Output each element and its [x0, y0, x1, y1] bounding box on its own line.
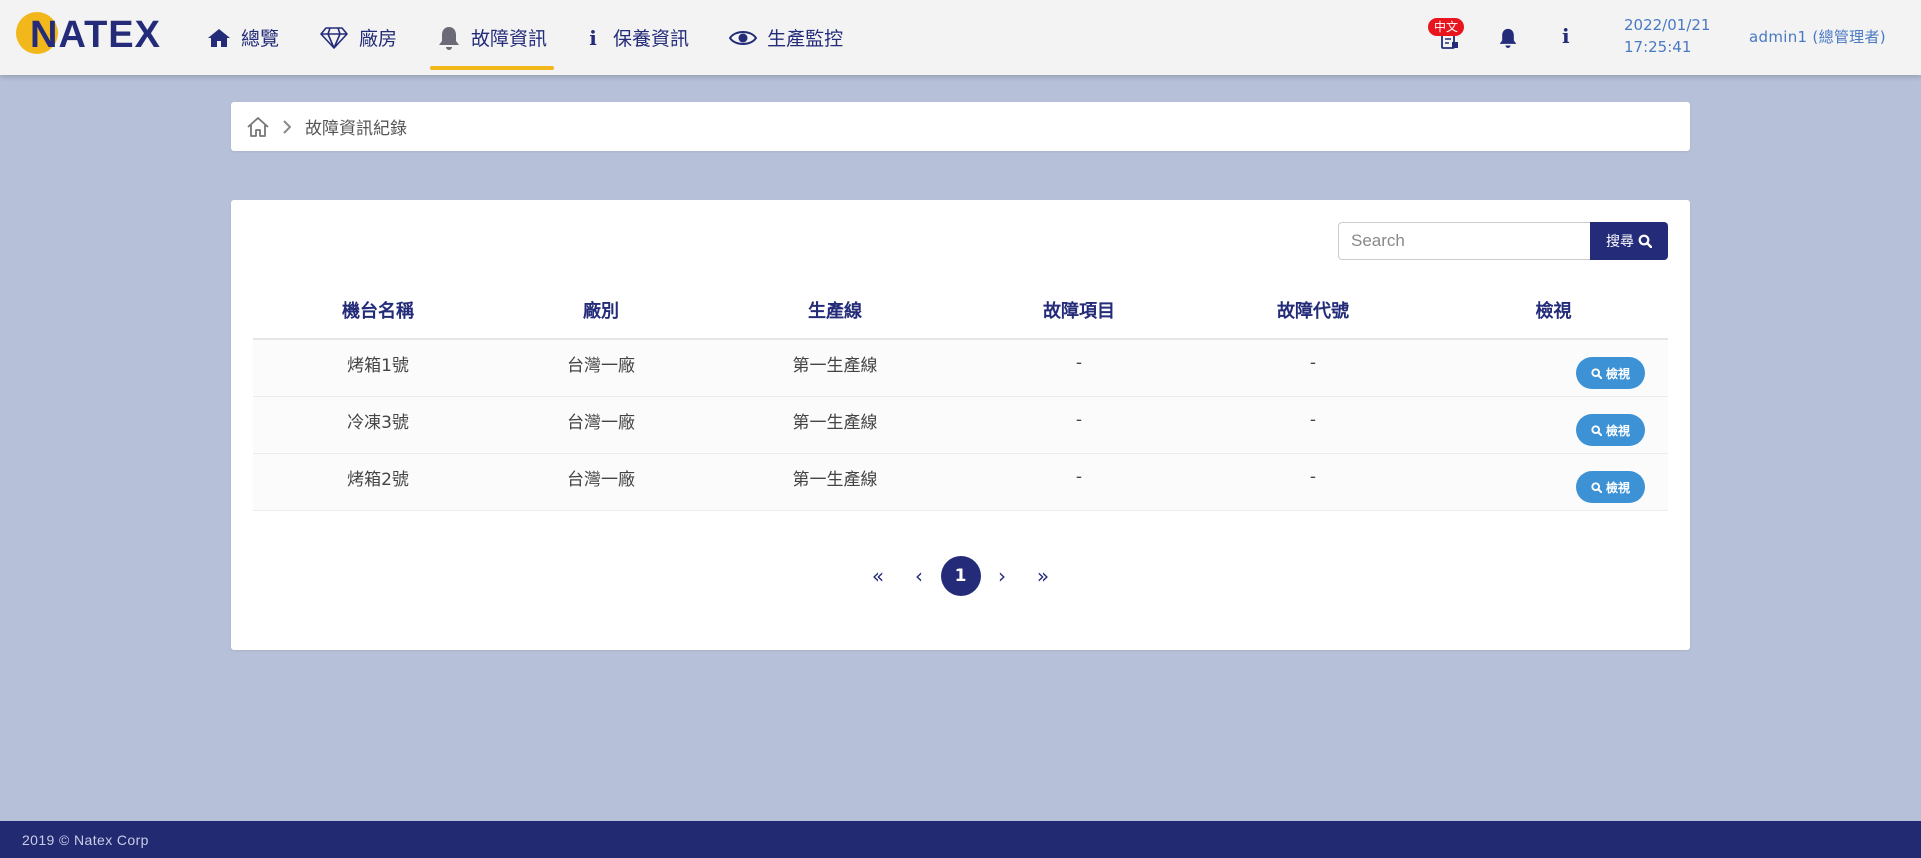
cell-factory: 台灣一廠	[567, 469, 635, 490]
fault-records-card: 搜尋 機台名稱 廠別 生產線 故障項目 故障代號 檢視 烤箱1號 台灣一廠 第一…	[231, 200, 1690, 650]
cell-fault-code: -	[1309, 353, 1317, 373]
pagination: « ‹ 1 › »	[231, 556, 1690, 596]
cell-line: 第一生產線	[792, 469, 878, 490]
date-text: 2022/01/21	[1624, 16, 1711, 34]
breadcrumb: 故障資訊紀錄	[231, 102, 1690, 151]
search-icon	[1591, 481, 1602, 493]
nav-item-label: 故障資訊	[471, 28, 548, 50]
user-menu[interactable]: admin1 (總管理者)	[1749, 26, 1886, 47]
home-outline-icon[interactable]	[245, 115, 271, 139]
nav-item-factory[interactable]: 廠房	[312, 0, 404, 75]
column-header-fault-code[interactable]: 故障代號	[1187, 297, 1439, 323]
chevron-right-icon	[283, 119, 291, 134]
next-page-button[interactable]: ›	[982, 556, 1023, 596]
footer: 2019 © Natex Corp	[0, 821, 1921, 858]
cell-view: 檢視	[1439, 404, 1668, 446]
search-icon	[1591, 367, 1602, 379]
nav-item-label: 生產監控	[767, 28, 844, 50]
table-header: 機台名稱 廠別 生產線 故障項目 故障代號 檢視	[253, 282, 1668, 340]
cell-fault-code: -	[1309, 467, 1317, 487]
bell-icon	[439, 26, 460, 50]
info-button[interactable]: i	[1562, 24, 1570, 48]
search-icon	[1638, 234, 1652, 248]
page-1-button[interactable]: 1	[940, 556, 981, 596]
last-page-button[interactable]: »	[1023, 556, 1064, 596]
top-navbar: NATEX 總覽 廠房 故障資訊 i 保養資訊 生產監控 中文 i 2022/0…	[0, 0, 1921, 75]
info-icon: i	[1562, 24, 1570, 48]
nav-item-overview[interactable]: 總覽	[200, 0, 286, 75]
time-text: 17:25:41	[1624, 38, 1692, 56]
cell-factory: 台灣一廠	[567, 355, 635, 376]
column-header-view: 檢視	[1535, 301, 1572, 322]
table-row: 冷凍3號 台灣一廠 第一生產線 - - 檢視	[253, 397, 1668, 454]
home-icon	[208, 28, 230, 47]
cell-view: 檢視	[1439, 461, 1668, 503]
search-icon	[1591, 424, 1602, 436]
prev-page-button[interactable]: ‹	[899, 556, 940, 596]
copyright-text: 2019 © Natex Corp	[22, 831, 149, 848]
cell-factory: 台灣一廠	[567, 412, 635, 433]
fault-records-table: 機台名稱 廠別 生產線 故障項目 故障代號 檢視 烤箱1號 台灣一廠 第一生產線…	[253, 282, 1668, 511]
nav-item-production-monitor[interactable]: 生產監控	[722, 0, 850, 75]
cell-machine: 烤箱1號	[347, 355, 409, 376]
eye-icon	[729, 30, 758, 45]
nav-item-label: 保養資訊	[613, 28, 690, 50]
view-button[interactable]: 檢視	[1576, 471, 1645, 503]
cell-view: 檢視	[1439, 347, 1668, 389]
nav-item-label: 總覽	[241, 28, 280, 50]
cell-line: 第一生產線	[792, 412, 878, 433]
cell-machine: 烤箱2號	[347, 469, 409, 490]
search-button-label: 搜尋	[1606, 234, 1634, 250]
view-button-label: 檢視	[1605, 423, 1630, 438]
cell-machine: 冷凍3號	[347, 412, 409, 433]
diamond-icon	[320, 26, 348, 49]
breadcrumb-current: 故障資訊紀錄	[305, 119, 407, 139]
column-header-line[interactable]: 生產線	[699, 297, 971, 323]
nav-item-maintenance-info[interactable]: i 保養資訊	[580, 0, 696, 75]
bell-icon	[1499, 28, 1517, 48]
language-badge: 中文	[1428, 18, 1465, 36]
cell-fault-code: -	[1309, 410, 1317, 430]
view-button-label: 檢視	[1605, 366, 1630, 381]
main-nav: 總覽 廠房 故障資訊 i 保養資訊 生產監控	[200, 0, 876, 75]
column-header-factory[interactable]: 廠別	[503, 297, 699, 323]
notifications-button[interactable]	[1498, 27, 1518, 53]
search-bar: 搜尋	[1338, 222, 1668, 260]
view-button-label: 檢視	[1605, 480, 1630, 495]
cell-fault-item: -	[1075, 353, 1083, 373]
column-header-machine[interactable]: 機台名稱	[253, 297, 503, 323]
nav-item-label: 廠房	[359, 28, 398, 50]
natex-logo[interactable]: NATEX	[16, 12, 172, 60]
table-row: 烤箱1號 台灣一廠 第一生產線 - - 檢視	[253, 340, 1668, 397]
view-button[interactable]: 檢視	[1576, 357, 1645, 389]
table-row: 烤箱2號 台灣一廠 第一生產線 - - 檢視	[253, 454, 1668, 511]
language-switcher[interactable]: 中文	[1428, 18, 1468, 50]
view-button[interactable]: 檢視	[1576, 414, 1645, 446]
nav-item-fault-info[interactable]: 故障資訊	[430, 0, 555, 75]
first-page-button[interactable]: «	[858, 556, 899, 596]
datetime-display: 2022/01/21 17:25:41	[1624, 14, 1710, 58]
column-header-fault-item[interactable]: 故障項目	[971, 297, 1187, 323]
cell-line: 第一生產線	[792, 355, 878, 376]
info-icon: i	[589, 25, 597, 50]
search-input[interactable]	[1338, 222, 1590, 260]
logo-text: NATEX	[30, 14, 161, 56]
cell-fault-item: -	[1075, 410, 1083, 430]
search-button[interactable]: 搜尋	[1590, 222, 1668, 260]
cell-fault-item: -	[1075, 467, 1083, 487]
